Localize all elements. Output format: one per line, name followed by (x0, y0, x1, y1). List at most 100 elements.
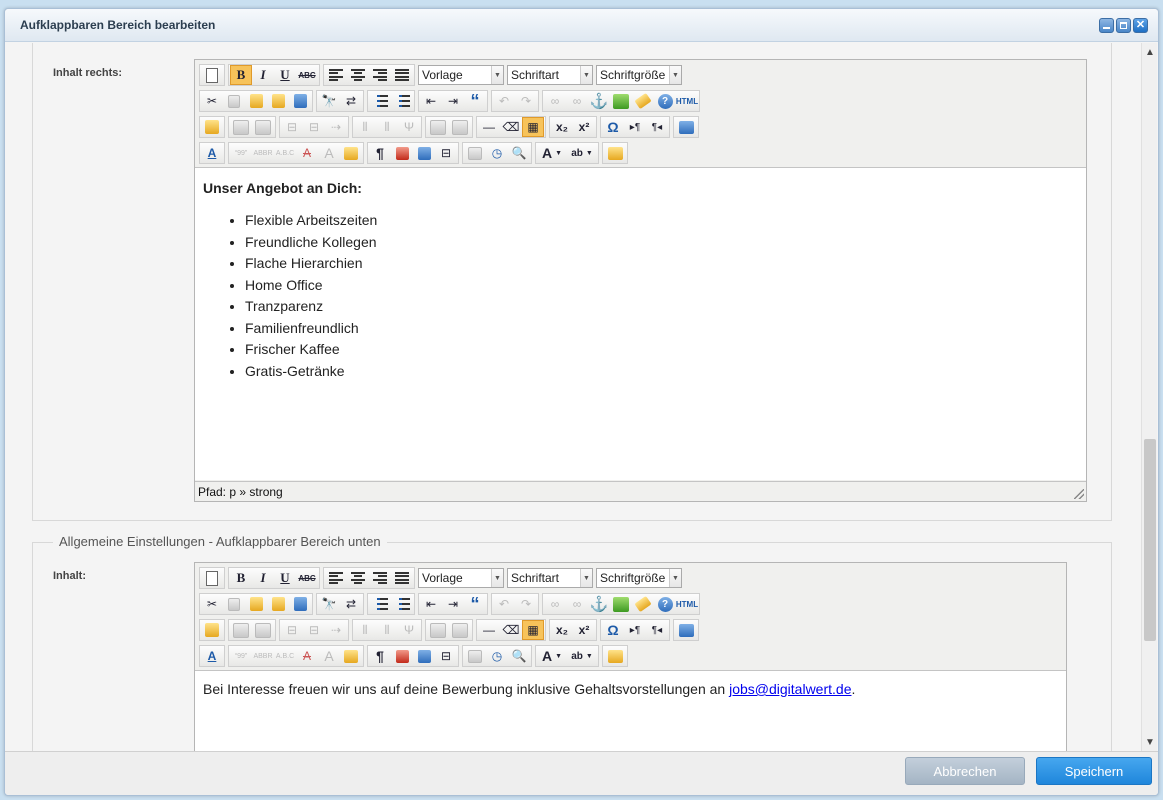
minimize-icon[interactable] (1099, 18, 1114, 33)
superscript-icon[interactable]: x² (573, 620, 595, 640)
pagebreak-icon[interactable]: ⊟ (435, 143, 457, 163)
cleanup-icon[interactable] (632, 91, 654, 111)
col-before-icon[interactable]: ⫴ (354, 117, 376, 137)
row-before-icon[interactable] (427, 117, 449, 137)
cell-props-icon[interactable]: ⊟ (281, 117, 303, 137)
rtl-icon[interactable]: ¶◂ (646, 620, 668, 640)
italic-icon[interactable]: I (252, 65, 274, 85)
indent-icon[interactable]: ⇥ (442, 91, 464, 111)
ltr-icon[interactable]: ▸¶ (624, 117, 646, 137)
blockquote-icon[interactable]: “ (464, 594, 486, 614)
subscript-icon[interactable]: x₂ (551, 620, 573, 640)
cancel-button[interactable]: Abbrechen (905, 757, 1025, 785)
align-left-icon[interactable] (325, 568, 347, 588)
acronym-icon[interactable]: A.B.C (274, 143, 296, 163)
special-char-icon[interactable]: Ω (602, 117, 624, 137)
format-select[interactable]: Vorlage ▼ (418, 65, 504, 85)
hr-icon[interactable]: — (478, 620, 500, 640)
paste-word-icon[interactable] (289, 594, 311, 614)
merge-cells-icon[interactable]: ⊟ (303, 620, 325, 640)
redo-icon[interactable]: ↷ (515, 91, 537, 111)
align-center-icon[interactable] (347, 65, 369, 85)
font-size-select[interactable]: Schriftgröße ▼ (596, 568, 682, 588)
template-icon[interactable] (604, 646, 626, 666)
nonbreaking-icon[interactable] (391, 646, 413, 666)
abbr-icon[interactable]: ABBR (252, 143, 274, 163)
scroll-up-icon[interactable]: ▲ (1142, 45, 1158, 61)
fullscreen-icon[interactable] (675, 620, 697, 640)
del-icon[interactable]: A (296, 143, 318, 163)
help-icon[interactable]: ? (654, 91, 676, 111)
visual-aid-icon[interactable]: ▦ (522, 620, 544, 640)
paste-icon[interactable] (245, 91, 267, 111)
row-props-icon[interactable] (252, 117, 274, 137)
resize-handle-icon[interactable] (1074, 489, 1084, 499)
undo-icon[interactable]: ↶ (493, 594, 515, 614)
outdent-icon[interactable]: ⇤ (420, 594, 442, 614)
align-justify-icon[interactable] (391, 568, 413, 588)
bold-icon[interactable]: B (230, 568, 252, 588)
hr-icon[interactable]: — (478, 117, 500, 137)
col-delete-icon[interactable]: Ψ (398, 620, 420, 640)
image-icon[interactable] (610, 91, 632, 111)
unlink-icon[interactable]: ∞ (566, 91, 588, 111)
find-icon[interactable]: 🔭 (318, 91, 340, 111)
paste-text-icon[interactable] (267, 91, 289, 111)
editor-content-area[interactable]: Unser Angebot an Dich: Flexible Arbeitsz… (195, 167, 1086, 480)
cut-icon[interactable]: ✂ (201, 91, 223, 111)
ltr-icon[interactable]: ▸¶ (624, 620, 646, 640)
anchor-icon[interactable]: ⚓ (588, 594, 610, 614)
text-color-icon[interactable]: A ▼ (537, 646, 567, 666)
bg-color-icon[interactable]: ab ▼ (567, 646, 597, 666)
paragraph-icon[interactable]: ¶ (369, 143, 391, 163)
vertical-scrollbar[interactable]: ▲ ▼ (1141, 43, 1157, 753)
numbered-list-icon[interactable] (391, 91, 413, 111)
insert-time-icon[interactable]: ◷ (486, 143, 508, 163)
split-cells-icon[interactable]: ⇢ (325, 117, 347, 137)
paste-text-icon[interactable] (267, 594, 289, 614)
layer-icon[interactable] (413, 143, 435, 163)
acronym-icon[interactable]: A.B.C (274, 646, 296, 666)
help-icon[interactable]: ? (654, 594, 676, 614)
attribs-icon[interactable] (340, 646, 362, 666)
replace-icon[interactable]: ⇄ (340, 91, 362, 111)
underline-icon[interactable]: U (274, 568, 296, 588)
link-icon[interactable]: ∞ (544, 91, 566, 111)
eraser-icon[interactable]: ⌫ (500, 620, 522, 640)
align-right-icon[interactable] (369, 65, 391, 85)
align-left-icon[interactable] (325, 65, 347, 85)
nonbreaking-icon[interactable] (391, 143, 413, 163)
preview-icon[interactable]: 🔍 (508, 646, 530, 666)
html-source-icon[interactable]: HTML (676, 594, 698, 614)
html-source-icon[interactable]: HTML (676, 91, 698, 111)
image-icon[interactable] (610, 594, 632, 614)
format-select[interactable]: Vorlage ▼ (418, 568, 504, 588)
table-props-icon[interactable] (230, 620, 252, 640)
insert-date-icon[interactable] (464, 646, 486, 666)
scroll-thumb[interactable] (1144, 439, 1156, 641)
row-props-icon[interactable] (252, 620, 274, 640)
split-cells-icon[interactable]: ⇢ (325, 620, 347, 640)
ins-icon[interactable]: A (318, 143, 340, 163)
insert-time-icon[interactable]: ◷ (486, 646, 508, 666)
anchor-icon[interactable]: ⚓ (588, 91, 610, 111)
copy-icon[interactable] (223, 91, 245, 111)
cite-icon[interactable]: “99” (230, 143, 252, 163)
cite-icon[interactable]: “99” (230, 646, 252, 666)
col-after-icon[interactable]: ⫴ (376, 620, 398, 640)
visual-aid-icon[interactable]: ▦ (522, 117, 544, 137)
font-size-select[interactable]: Schriftgröße ▼ (596, 65, 682, 85)
maximize-icon[interactable] (1116, 18, 1131, 33)
eraser-icon[interactable]: ⌫ (500, 117, 522, 137)
row-before-icon[interactable] (427, 620, 449, 640)
align-center-icon[interactable] (347, 568, 369, 588)
numbered-list-icon[interactable] (391, 594, 413, 614)
preview-icon[interactable]: 🔍 (508, 143, 530, 163)
pagebreak-icon[interactable]: ⊟ (435, 646, 457, 666)
template-icon[interactable] (604, 143, 626, 163)
edit-icon[interactable] (201, 117, 223, 137)
align-right-icon[interactable] (369, 568, 391, 588)
email-link[interactable]: jobs@digitalwert.de (729, 681, 851, 697)
unlink-icon[interactable]: ∞ (566, 594, 588, 614)
row-after-icon[interactable] (449, 117, 471, 137)
